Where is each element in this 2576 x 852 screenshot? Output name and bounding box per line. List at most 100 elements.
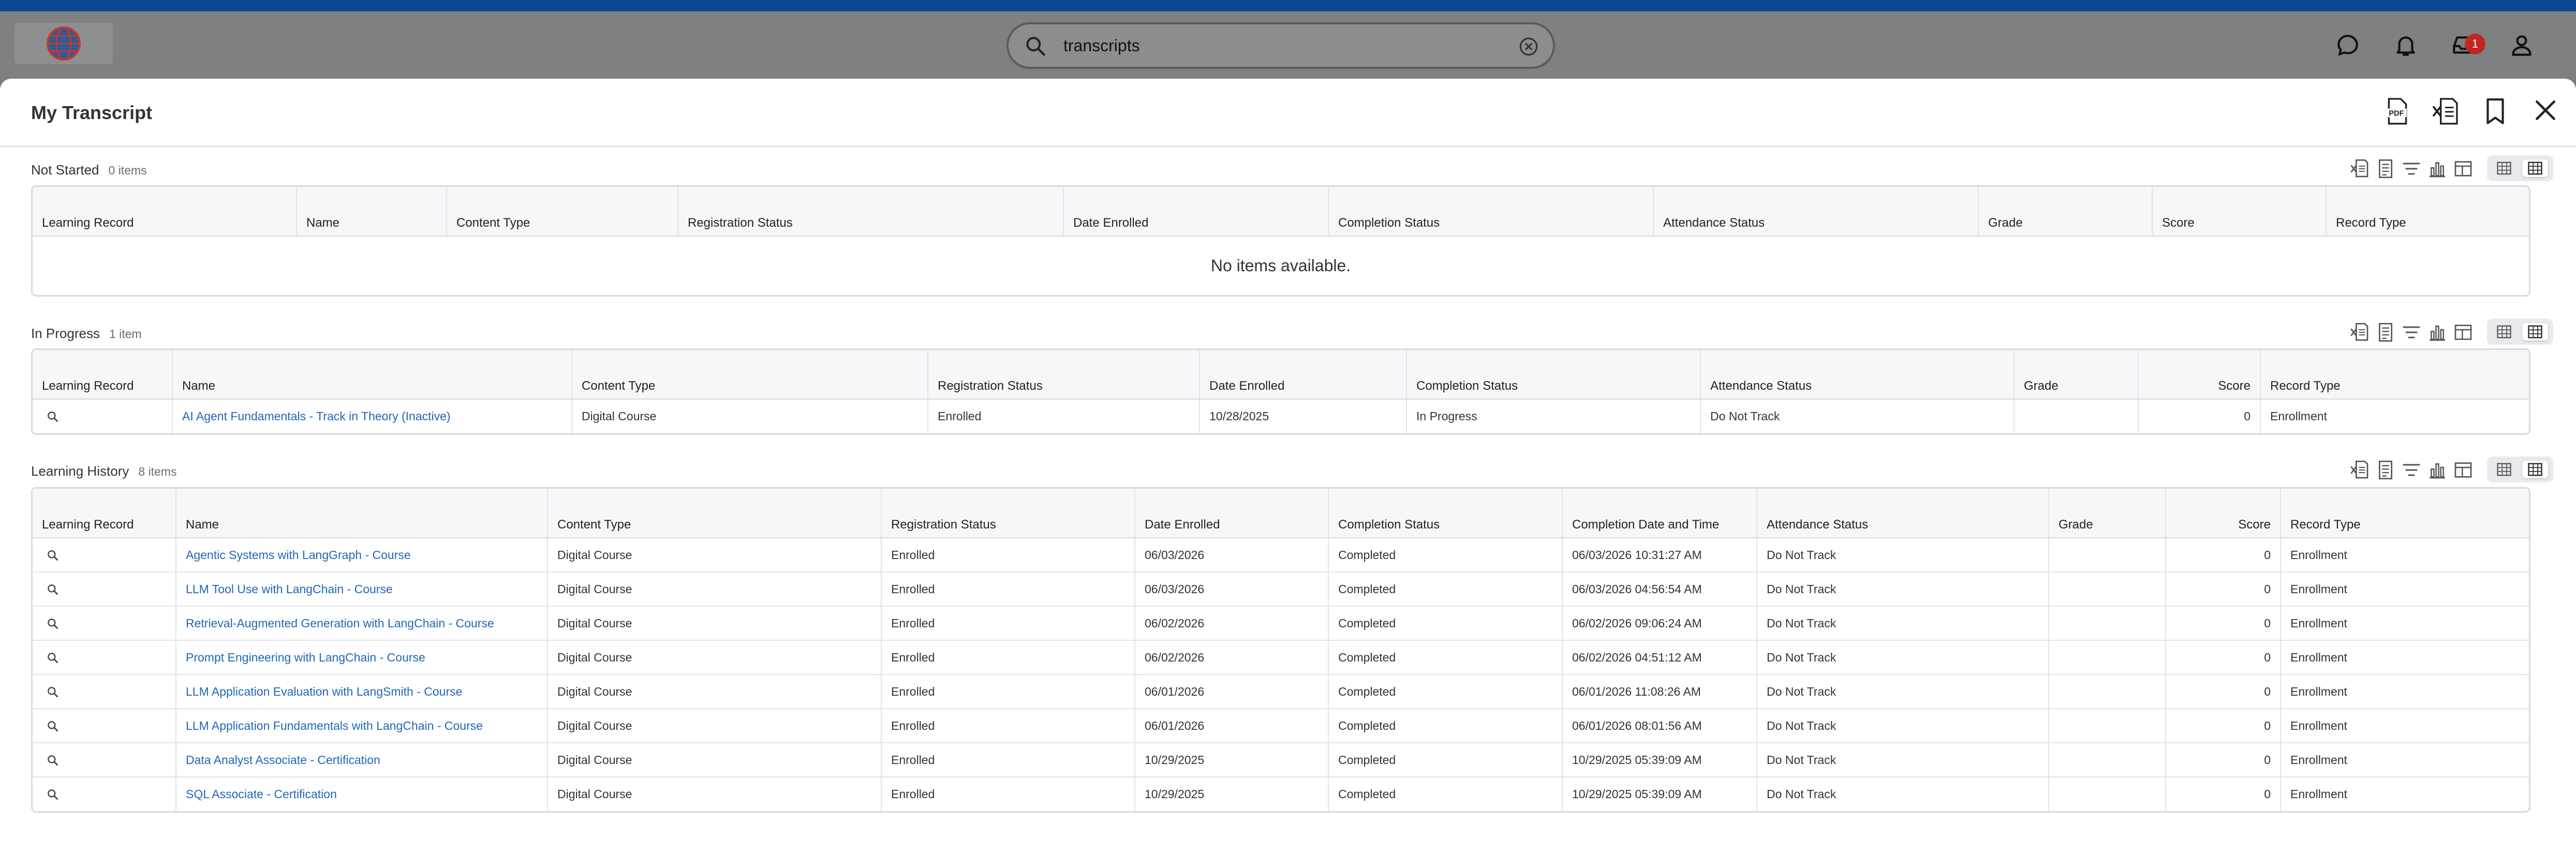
home-logo-button[interactable] xyxy=(14,23,113,64)
table-row[interactable]: Prompt Engineering with LangChain - Cour… xyxy=(33,640,2529,675)
magnifier-icon[interactable] xyxy=(46,410,60,423)
search-input[interactable] xyxy=(1063,30,1477,62)
table-view-button[interactable] xyxy=(2491,323,2517,341)
filter-icon[interactable] xyxy=(2401,460,2422,480)
print-doc-icon[interactable] xyxy=(2375,158,2396,179)
table-view-button[interactable] xyxy=(2491,159,2517,177)
globe-logo-icon xyxy=(47,26,81,61)
col-learning-record[interactable]: Learning Record xyxy=(33,187,297,237)
col-name[interactable]: Name xyxy=(172,350,572,400)
col-name[interactable]: Name xyxy=(297,187,447,237)
date-enrolled-cell: 06/02/2026 xyxy=(1135,606,1329,641)
column-layout-icon[interactable] xyxy=(2453,158,2474,179)
col-score[interactable]: Score xyxy=(2152,187,2327,237)
magnifier-icon[interactable] xyxy=(46,583,60,596)
table-row[interactable]: SQL Associate - Certification Digital Cou… xyxy=(33,777,2529,811)
record-name-link[interactable]: Data Analyst Associate - Certification xyxy=(186,753,380,767)
excel-export-icon[interactable] xyxy=(2432,97,2458,126)
col-content-type[interactable]: Content Type xyxy=(572,350,928,400)
table-row[interactable]: Data Analyst Associate - Certification Di… xyxy=(33,743,2529,777)
col-grade[interactable]: Grade xyxy=(1978,187,2153,237)
col-content-type[interactable]: Content Type xyxy=(547,489,882,538)
filter-icon[interactable] xyxy=(2401,158,2422,179)
date-enrolled-cell: 06/01/2026 xyxy=(1135,709,1329,743)
magnifier-icon[interactable] xyxy=(46,719,60,733)
completion-status-cell: Completed xyxy=(1328,709,1563,743)
magnifier-icon[interactable] xyxy=(46,754,60,767)
col-grade[interactable]: Grade xyxy=(2014,350,2139,400)
table-row[interactable]: Agentic Systems with LangGraph - Course D… xyxy=(33,538,2529,572)
col-score[interactable]: Score xyxy=(2138,350,2261,400)
grid-view-button[interactable] xyxy=(2522,159,2548,177)
pdf-export-icon[interactable]: PDF xyxy=(2385,97,2410,126)
col-attendance-status[interactable]: Attendance Status xyxy=(1757,489,2049,538)
chat-icon[interactable] xyxy=(2335,32,2361,58)
table-row[interactable]: Retrieval-Augmented Generation with Lang… xyxy=(33,606,2529,641)
col-date-enrolled[interactable]: Date Enrolled xyxy=(1063,187,1329,237)
attendance-status-cell: Do Not Track xyxy=(1757,743,2049,777)
col-completion-status[interactable]: Completion Status xyxy=(1407,350,1701,400)
record-name-link[interactable]: AI Agent Fundamentals - Track in Theory … xyxy=(182,409,451,423)
chart-icon[interactable] xyxy=(2427,460,2448,480)
column-layout-icon[interactable] xyxy=(2453,322,2474,343)
clear-circle-icon[interactable] xyxy=(1518,36,1539,57)
col-record-type[interactable]: Record Type xyxy=(2326,187,2529,237)
chart-icon[interactable] xyxy=(2427,158,2448,179)
global-search-bar[interactable] xyxy=(1006,22,1555,69)
col-content-type[interactable]: Content Type xyxy=(447,187,678,237)
col-registration-status[interactable]: Registration Status xyxy=(881,489,1135,538)
col-completion-status[interactable]: Completion Status xyxy=(1328,489,1563,538)
col-name[interactable]: Name xyxy=(176,489,548,538)
col-completion-datetime[interactable]: Completion Date and Time xyxy=(1562,489,1757,538)
profile-icon[interactable] xyxy=(2509,32,2535,58)
col-record-type[interactable]: Record Type xyxy=(2281,489,2529,538)
record-type-cell: Enrollment xyxy=(2281,572,2529,607)
record-name-link[interactable]: LLM Application Fundamentals with LangCh… xyxy=(186,719,483,732)
completion-datetime-cell: 10/29/2025 05:39:09 AM xyxy=(1562,743,1757,777)
magnifier-icon[interactable] xyxy=(46,788,60,801)
col-learning-record[interactable]: Learning Record xyxy=(33,489,176,538)
col-date-enrolled[interactable]: Date Enrolled xyxy=(1135,489,1329,538)
excel-export-icon[interactable] xyxy=(2349,322,2370,343)
col-learning-record[interactable]: Learning Record xyxy=(33,350,173,400)
magnifier-icon[interactable] xyxy=(46,549,60,562)
excel-export-icon[interactable] xyxy=(2349,460,2370,480)
magnifier-icon[interactable] xyxy=(46,685,60,699)
grid-view-button[interactable] xyxy=(2522,323,2548,341)
table-view-button[interactable] xyxy=(2491,461,2517,478)
col-attendance-status[interactable]: Attendance Status xyxy=(1653,187,1979,237)
record-name-link[interactable]: Retrieval-Augmented Generation with Lang… xyxy=(186,616,494,630)
magnifier-icon[interactable] xyxy=(46,617,60,630)
col-completion-status[interactable]: Completion Status xyxy=(1328,187,1654,237)
grade-cell xyxy=(2049,709,2166,743)
record-name-link[interactable]: LLM Tool Use with LangChain - Course xyxy=(186,582,393,596)
column-layout-icon[interactable] xyxy=(2453,460,2474,480)
chart-icon[interactable] xyxy=(2427,322,2448,343)
table-row[interactable]: AI Agent Fundamentals - Track in Theory … xyxy=(33,399,2529,433)
col-grade[interactable]: Grade xyxy=(2049,489,2166,538)
grid-view-button[interactable] xyxy=(2522,461,2548,478)
col-registration-status[interactable]: Registration Status xyxy=(928,350,1200,400)
record-name-link[interactable]: SQL Associate - Certification xyxy=(186,787,337,801)
col-attendance-status[interactable]: Attendance Status xyxy=(1700,350,2015,400)
record-name-link[interactable]: Prompt Engineering with LangChain - Cour… xyxy=(186,651,425,664)
col-registration-status[interactable]: Registration Status xyxy=(678,187,1064,237)
col-score[interactable]: Score xyxy=(2166,489,2281,538)
registration-status-cell: Enrolled xyxy=(881,709,1135,743)
col-date-enrolled[interactable]: Date Enrolled xyxy=(1200,350,1407,400)
table-row[interactable]: LLM Application Evaluation with LangSmit… xyxy=(33,674,2529,709)
magnifier-icon[interactable] xyxy=(46,651,60,665)
print-doc-icon[interactable] xyxy=(2375,460,2396,480)
col-record-type[interactable]: Record Type xyxy=(2260,350,2529,400)
learning-record-cell xyxy=(33,538,176,572)
bookmark-icon[interactable] xyxy=(2484,97,2507,125)
record-name-link[interactable]: Agentic Systems with LangGraph - Course xyxy=(186,548,411,562)
filter-icon[interactable] xyxy=(2401,322,2422,343)
print-doc-icon[interactable] xyxy=(2375,322,2396,343)
close-icon[interactable] xyxy=(2533,97,2558,123)
record-name-link[interactable]: LLM Application Evaluation with LangSmit… xyxy=(186,685,462,698)
bell-icon[interactable] xyxy=(2393,32,2419,58)
table-row[interactable]: LLM Tool Use with LangChain - Course Digi… xyxy=(33,572,2529,607)
table-row[interactable]: LLM Application Fundamentals with LangCh… xyxy=(33,709,2529,743)
excel-export-icon[interactable] xyxy=(2349,158,2370,179)
